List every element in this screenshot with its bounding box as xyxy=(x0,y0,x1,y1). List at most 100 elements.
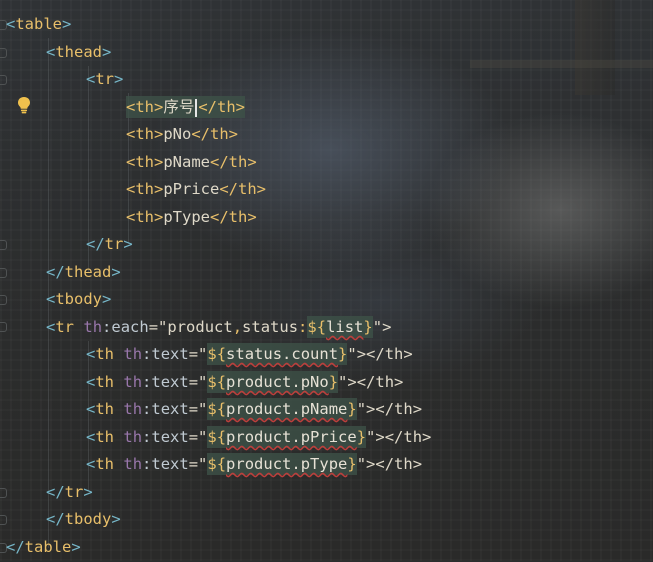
code-line-19[interactable]: </tbody> xyxy=(46,506,121,534)
token-close-tag: </th> xyxy=(191,125,238,143)
token-bracket: > xyxy=(111,510,121,528)
fold-marker-thead[interactable] xyxy=(0,48,7,58)
token-text: pNo xyxy=(163,125,192,143)
token-bracket: < xyxy=(86,373,96,391)
token-end: "></th> xyxy=(356,400,423,418)
token-expr-close: } xyxy=(328,373,339,391)
fold-marker-tbody[interactable] xyxy=(0,295,7,305)
token-equals: =" xyxy=(188,345,208,363)
code-line-11[interactable]: <tbody> xyxy=(46,286,111,314)
code-line-10[interactable]: </thead> xyxy=(46,259,121,287)
token-tag: tr xyxy=(55,318,75,336)
token-namespace: th xyxy=(123,455,143,473)
background-bar xyxy=(470,60,653,68)
token-tag: th xyxy=(95,345,115,363)
token-bracket: < xyxy=(6,15,16,33)
code-line-16[interactable]: <th th:text="${product.pPrice}"></th> xyxy=(86,424,431,452)
token-equals: =" xyxy=(188,428,208,446)
token-attribute: each xyxy=(111,318,149,336)
token-equals: =" xyxy=(188,373,208,391)
fold-marker-thead-end[interactable] xyxy=(0,268,7,278)
code-line-20[interactable]: </table> xyxy=(6,534,81,562)
token-namespace: th xyxy=(123,428,143,446)
token-open-tag: <th> xyxy=(126,153,164,171)
code-line-4[interactable]: <th>序号 </th> xyxy=(126,94,246,122)
token-tag: tbody xyxy=(55,290,103,308)
token-tag: thead xyxy=(55,43,103,61)
token-expression: product.pNo xyxy=(226,373,329,391)
token-close-tag: </th> xyxy=(210,208,257,226)
code-line-13[interactable]: <th th:text="${status.count}"></th> xyxy=(86,341,413,369)
token-expression: product.pName xyxy=(226,400,348,418)
token-equals: =" xyxy=(188,455,208,473)
background-post xyxy=(575,0,615,95)
token-comma: , xyxy=(232,318,243,336)
token-close-tag: </th> xyxy=(219,180,266,198)
token-tag: th xyxy=(95,455,115,473)
token-open-tag: <th> xyxy=(126,180,164,198)
token-colon: : xyxy=(298,318,308,336)
token-text: pName xyxy=(163,153,210,171)
fold-marker-tr-each[interactable] xyxy=(0,322,7,332)
code-line-6[interactable]: <th>pName</th> xyxy=(126,149,257,177)
token-expr-close: } xyxy=(363,318,373,336)
token-end: "></th> xyxy=(356,455,423,473)
token-tag: th xyxy=(95,428,115,446)
token-expression: status.count xyxy=(226,345,339,363)
token-open-tag: <th> xyxy=(126,208,164,226)
token-bracket: </ xyxy=(46,510,65,528)
code-line-17[interactable]: <th th:text="${product.pType}"></th> xyxy=(86,451,422,479)
lightbulb-icon[interactable] xyxy=(16,96,32,114)
fold-marker-tr-end[interactable] xyxy=(0,240,7,250)
token-colon: : xyxy=(142,345,152,363)
code-line-2[interactable]: <thead> xyxy=(46,39,111,67)
code-line-12[interactable]: <tr th:each="product,status:${list}"> xyxy=(46,314,391,342)
token-open-tag: <th> xyxy=(126,125,164,143)
token-bracket: < xyxy=(86,70,96,88)
token-expression: product.pPrice xyxy=(226,428,357,446)
fold-marker-tr-each-end[interactable] xyxy=(0,488,7,498)
token-bracket: > xyxy=(114,70,124,88)
code-line-14[interactable]: <th th:text="${product.pNo}"></th> xyxy=(86,369,403,397)
token-bracket: > xyxy=(111,263,121,281)
token-attribute: text xyxy=(151,428,189,446)
token-open-tag: <th> xyxy=(126,98,164,116)
token-text: pPrice xyxy=(163,180,220,198)
code-line-15[interactable]: <th th:text="${product.pName}"></th> xyxy=(86,396,422,424)
token-colon: : xyxy=(142,455,152,473)
token-tag: th xyxy=(95,400,115,418)
token-end: "></th> xyxy=(366,428,432,446)
token-expression: product.pType xyxy=(226,455,348,473)
token-expr-open: ${ xyxy=(207,400,227,418)
code-line-3[interactable]: <tr> xyxy=(86,66,123,94)
token-tag: th xyxy=(95,373,115,391)
token-var: status xyxy=(242,318,299,336)
code-line-1[interactable]: <table> xyxy=(6,11,71,39)
token-expr-close: } xyxy=(347,400,357,418)
code-line-18[interactable]: </tr> xyxy=(46,479,93,507)
token-expr-close: } xyxy=(347,455,357,473)
token-bracket: </ xyxy=(46,263,65,281)
token-bracket: </ xyxy=(46,483,65,501)
token-expr-open: ${ xyxy=(207,455,227,473)
code-line-8[interactable]: <th>pType</th> xyxy=(126,204,257,232)
token-attribute: text xyxy=(151,345,189,363)
code-line-9[interactable]: </tr> xyxy=(86,231,133,259)
token-expr-close: } xyxy=(356,428,367,446)
code-line-5[interactable]: <th>pNo</th> xyxy=(126,121,238,149)
token-tag: tr xyxy=(95,70,115,88)
token-colon: : xyxy=(142,373,152,391)
code-line-7[interactable]: <th>pPrice</th> xyxy=(126,176,266,204)
fold-marker-tr[interactable] xyxy=(0,75,7,85)
token-var: product xyxy=(167,318,233,336)
editor-gutter xyxy=(0,0,12,561)
token-bracket: > xyxy=(102,290,112,308)
token-tag: tr xyxy=(104,235,124,253)
token-bracket: > xyxy=(123,235,133,253)
fold-marker-tbody-end[interactable] xyxy=(0,515,7,525)
token-attribute: text xyxy=(151,400,189,418)
token-expr-open: ${ xyxy=(207,345,227,363)
token-tag: table xyxy=(24,538,72,556)
token-equals: =" xyxy=(148,318,168,336)
token-bracket: < xyxy=(86,428,96,446)
